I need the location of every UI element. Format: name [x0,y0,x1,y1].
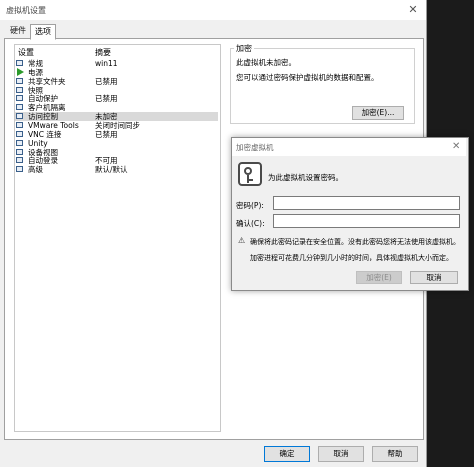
unity-icon [16,139,23,146]
list-item[interactable]: VMware Tools 关闭时间同步 [15,121,218,130]
list-item[interactable]: 常规 win11 [15,59,218,68]
list-item-summary: 关闭时间同步 [95,120,140,130]
encrypt-dialog-heading: 为此虚拟机设置密码。 [268,173,343,182]
encryption-status: 此虚拟机未加密。 [236,58,296,67]
clock-icon [16,95,23,102]
close-icon[interactable]: ✕ [406,3,420,17]
info-text: 加密进程可花费几分钟到几小时的时间，具体视虚拟机大小而定。 [250,254,453,262]
list-item-name: 共享文件夹 [28,76,66,86]
confirm-password-label: 确认(C): [236,219,265,228]
list-item[interactable]: 客户机隔离 [15,103,218,112]
tools-icon [16,121,23,128]
list-item-summary: 已禁用 [95,94,118,104]
help-button[interactable]: 帮助 [372,446,418,462]
list-item[interactable]: 高级 默认/默认 [15,165,218,174]
list-item-name: 常规 [28,59,43,68]
tab-hardware[interactable]: 硬件 [6,24,30,38]
confirm-password-field[interactable] [273,214,460,228]
window-title: 虚拟机设置 [6,6,46,15]
list-item-name: 访问控制 [28,112,58,122]
list-item-summary: 未加密 [95,112,118,122]
monitor-icon [16,60,23,66]
advanced-icon [16,166,23,173]
isolation-icon [16,104,23,111]
device-icon [16,148,23,155]
encrypt-dialog-title: 加密虚拟机 [236,143,274,152]
cancel-button[interactable]: 取消 [318,446,364,462]
list-item[interactable]: VNC 连接 已禁用 [15,130,218,139]
tab-options[interactable]: 选项 [30,24,56,40]
list-item-name: 自动登录 [28,156,58,166]
ok-button[interactable]: 确定 [264,446,310,462]
list-item-name: 电源 [28,67,43,77]
play-icon [17,67,24,76]
column-header-setting[interactable]: 设置 [18,47,34,58]
column-header-summary[interactable]: 摘要 [95,47,111,58]
title-bar[interactable] [0,0,426,20]
folder-icon [16,77,23,84]
list-item-name: VNC 连接 [28,129,62,139]
list-item-summary: 已禁用 [95,129,118,139]
list-item[interactable]: Unity [15,139,218,148]
key-icon [238,162,262,186]
list-item[interactable]: 自动登录 不可用 [15,156,218,165]
list-item-summary: 默认/默认 [95,165,128,175]
dialog-encrypt-button[interactable]: 加密(E) [356,271,402,284]
list-item-summary: win11 [95,59,118,68]
snapshot-icon [16,86,23,93]
list-item[interactable]: 访问控制 未加密 [15,112,218,122]
list-item-name: 高级 [28,165,43,175]
warning-icon: ⚠ [238,236,246,245]
encrypt-button[interactable]: 加密(E)... [352,106,404,120]
list-item-name: Unity [28,138,48,148]
list-item-name: 客户机隔离 [28,103,66,113]
list-item-summary: 已禁用 [95,76,118,86]
password-label: 密码(P): [236,201,264,210]
warning-text: 确保将此密码记录在安全位置。没有此密码您将无法使用该虚拟机。 [250,238,460,246]
list-item[interactable]: 共享文件夹 已禁用 [15,77,218,86]
lock-icon [16,113,23,120]
dialog-cancel-button[interactable]: 取消 [410,271,458,284]
encrypt-dialog-close-icon[interactable]: ✕ [452,141,460,152]
password-field[interactable] [273,196,460,210]
encryption-description: 您可以通过密码保护虚拟机的数据和配置。 [236,73,379,82]
login-icon [16,157,23,164]
list-item-name: VMware Tools [28,120,79,130]
list-item-summary: 不可用 [95,156,118,166]
list-item[interactable]: 电源 [15,67,218,77]
encryption-group-title: 加密 [234,43,254,54]
vnc-icon [16,130,23,137]
